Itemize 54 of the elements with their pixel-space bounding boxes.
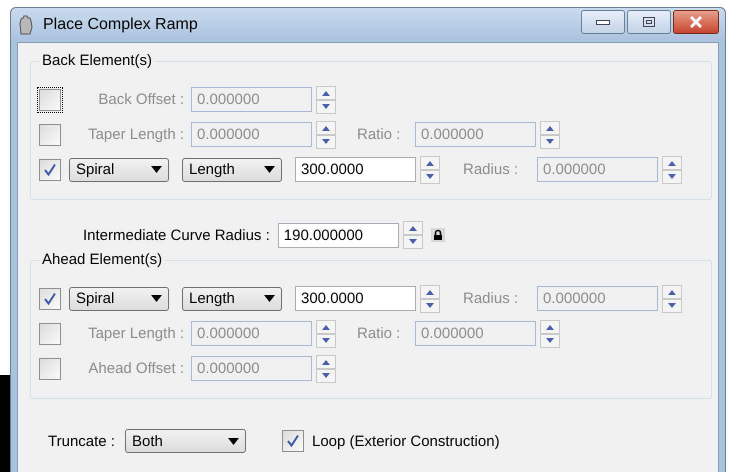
spinner[interactable] <box>316 354 336 382</box>
spinner[interactable] <box>662 156 682 184</box>
field-label: Taper Length : <box>87 126 184 143</box>
checkbox[interactable] <box>39 322 61 344</box>
caret-icon <box>151 295 162 302</box>
field-label: Ratio : <box>357 325 402 342</box>
checkbox[interactable] <box>39 358 61 380</box>
checkbox[interactable] <box>39 288 61 310</box>
field-label: Radius : <box>463 290 520 307</box>
spinner[interactable] <box>402 221 423 249</box>
checkbox[interactable] <box>39 124 61 146</box>
dropdown[interactable]: Spiral <box>69 286 169 310</box>
field-label: Truncate : <box>48 432 115 450</box>
caret-icon <box>264 166 275 173</box>
checkmark-icon <box>43 162 57 176</box>
maximize-icon <box>643 17 655 27</box>
close-button[interactable] <box>673 10 719 34</box>
caret-icon <box>228 438 239 444</box>
checkmark-icon <box>286 434 300 448</box>
lock-icon[interactable] <box>430 228 445 242</box>
group-title: Back Element(s) <box>39 52 156 69</box>
field-label: Radius : <box>463 161 520 178</box>
checkbox[interactable] <box>39 158 61 180</box>
number-field[interactable]: 190.000000 <box>278 222 399 248</box>
spinner[interactable] <box>662 284 682 312</box>
close-icon <box>689 16 703 28</box>
spinner[interactable] <box>540 320 560 348</box>
spinner[interactable] <box>316 86 336 114</box>
field-label: Taper Length : <box>87 325 184 342</box>
caret-icon <box>151 166 162 173</box>
dropdown[interactable]: Both <box>124 429 246 453</box>
number-field[interactable]: 300.0000 <box>295 286 416 311</box>
minimize-button[interactable] <box>581 10 625 34</box>
dropdown[interactable]: Spiral <box>69 158 169 182</box>
minimize-icon <box>596 20 610 24</box>
field-label: Back Offset : <box>97 91 184 108</box>
spinner[interactable] <box>316 320 336 348</box>
checkbox-label: Loop (Exterior Construction) <box>312 432 500 450</box>
checkmark-icon <box>43 292 57 306</box>
spinner[interactable] <box>540 120 560 148</box>
spinner[interactable] <box>420 156 440 184</box>
caret-icon <box>264 295 275 302</box>
group-title: Ahead Element(s) <box>39 251 166 268</box>
checkbox[interactable] <box>282 430 304 452</box>
dropdown[interactable]: Length <box>182 158 282 182</box>
maximize-button[interactable] <box>627 10 671 34</box>
number-field[interactable]: 300.0000 <box>295 157 416 182</box>
window-title: Place Complex Ramp <box>43 16 199 34</box>
field-label: Ratio : <box>357 126 402 143</box>
spinner[interactable] <box>316 120 336 148</box>
field-label: Intermediate Curve Radius : <box>83 226 270 244</box>
field-label: Ahead Offset : <box>87 360 184 377</box>
dropdown[interactable]: Length <box>182 286 282 310</box>
spinner[interactable] <box>420 284 440 312</box>
